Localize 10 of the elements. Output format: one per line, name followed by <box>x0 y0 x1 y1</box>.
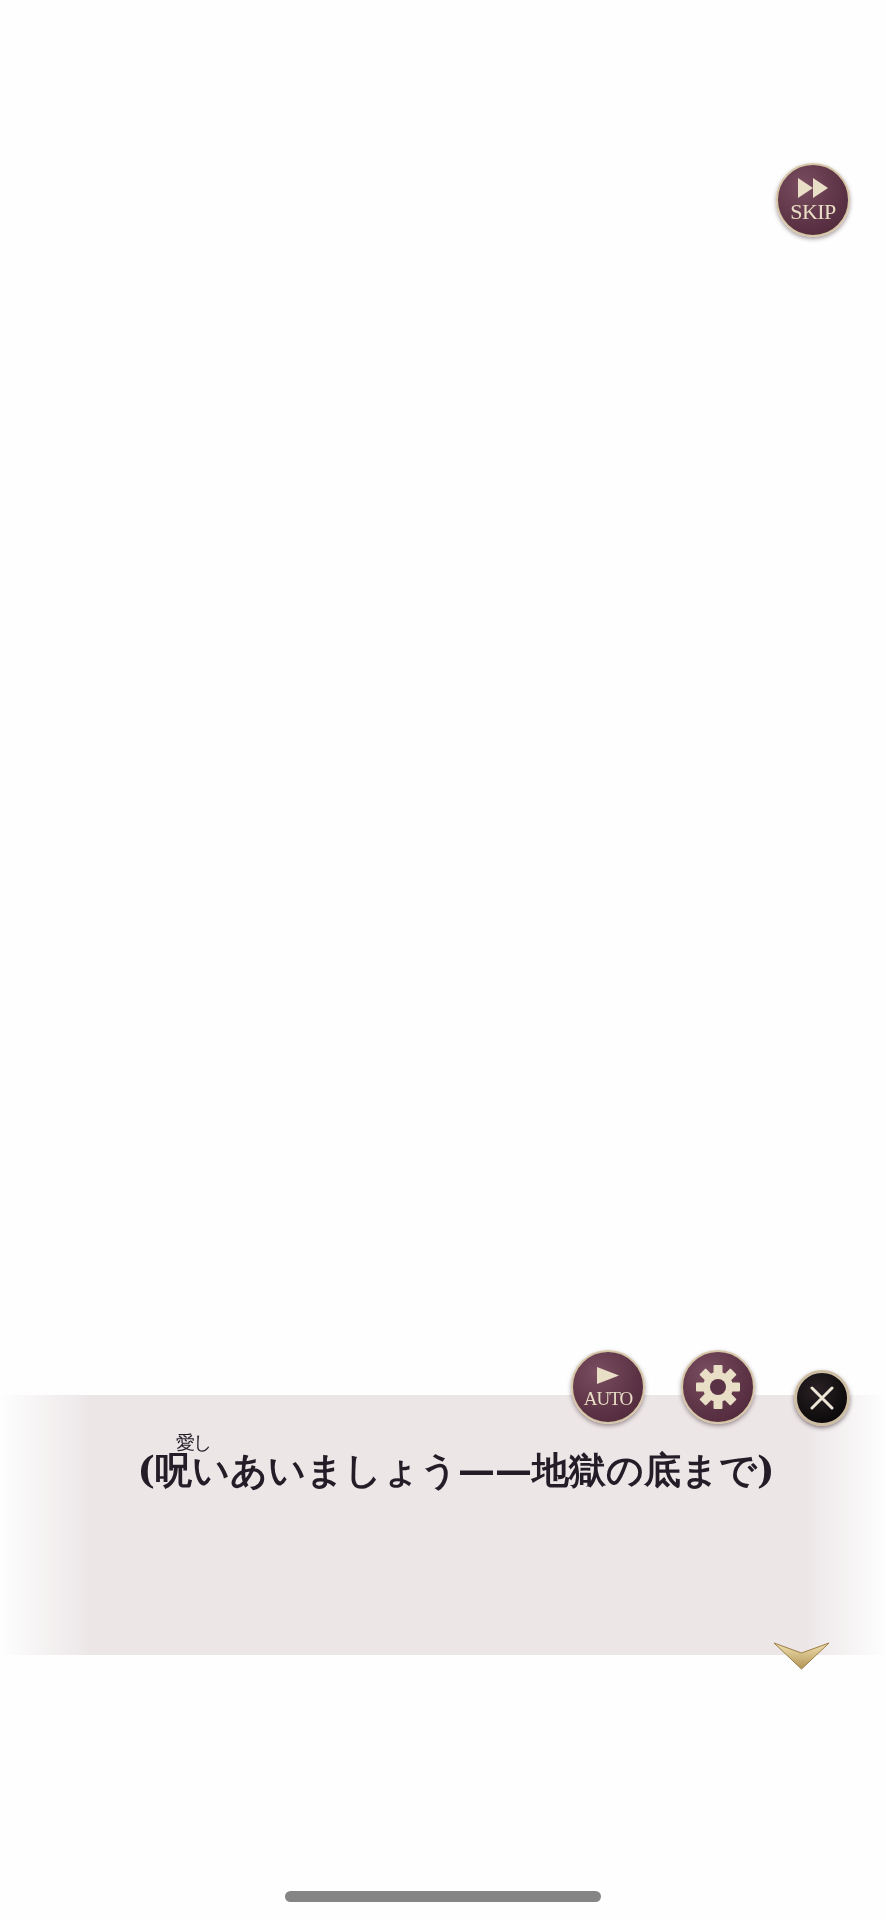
dialogue-text: (呪い 愛し あいましょう——地獄の底まで) <box>137 1433 775 1494</box>
next-chevron-icon[interactable] <box>774 1642 829 1670</box>
fast-forward-icon <box>798 178 828 198</box>
skip-button[interactable]: SKIP <box>776 163 850 237</box>
settings-icon <box>696 1365 740 1409</box>
close-button[interactable] <box>794 1370 850 1426</box>
play-icon <box>597 1366 619 1384</box>
close-icon <box>810 1386 834 1410</box>
settings-button[interactable] <box>681 1350 755 1424</box>
auto-button[interactable]: AUTO <box>571 1350 645 1424</box>
